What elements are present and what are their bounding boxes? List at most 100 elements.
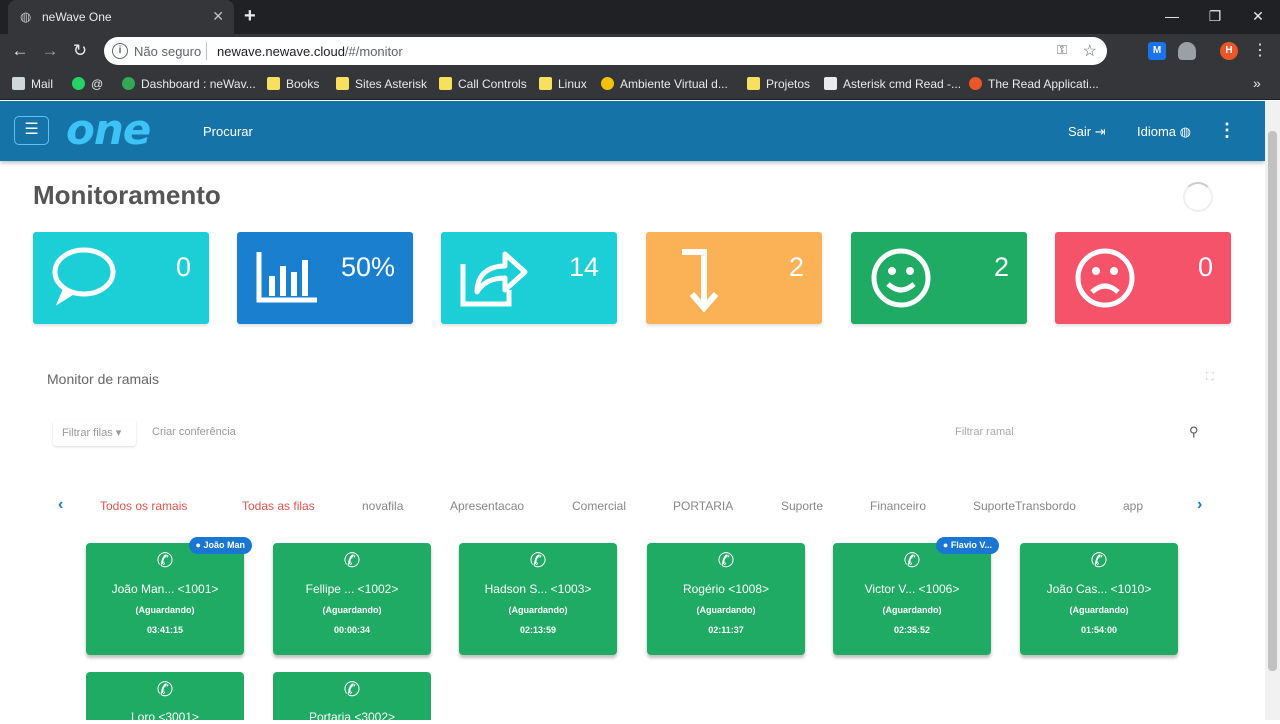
bookmark-linux[interactable]: Linux xyxy=(539,76,587,92)
tab-favicon-icon: ◍ xyxy=(20,9,32,24)
address-bar[interactable]: i Não seguro newave.newave.cloud/#/monit… xyxy=(104,37,1107,65)
bookmark-mail[interactable]: Mail xyxy=(12,76,53,92)
address-separator xyxy=(206,42,207,60)
search-link[interactable]: Procurar xyxy=(203,124,253,139)
app-logo[interactable]: one xyxy=(66,105,151,155)
tab-suporte-transbordo[interactable]: SuporteTransbordo xyxy=(973,499,1076,513)
share-icon xyxy=(460,251,528,307)
extension-card-1003[interactable]: ✆ Hadson S... <1003> (Aguardando) 02:13:… xyxy=(459,543,617,655)
folder-icon xyxy=(747,77,760,90)
page-scrollbar[interactable] xyxy=(1265,101,1280,720)
tab-all-extensions[interactable]: Todos os ramais xyxy=(100,499,187,513)
extension-status: (Aguardando) xyxy=(135,605,195,615)
extension-card-1010[interactable]: ✆ João Cas... <1010> (Aguardando) 01:54:… xyxy=(1020,543,1178,655)
profile-avatar[interactable]: H xyxy=(1220,42,1238,60)
logout-label: Sair xyxy=(1068,124,1092,139)
tab-app[interactable]: app xyxy=(1123,499,1143,513)
stat-card-service-level[interactable]: 50% xyxy=(237,232,413,324)
stat-card-chats[interactable]: 0 xyxy=(33,232,209,324)
extension-m-icon[interactable]: M xyxy=(1148,42,1166,60)
create-conference-link[interactable]: Criar conferência xyxy=(152,426,236,438)
extension-name: Loro <3001> xyxy=(130,710,200,724)
globe-icon: ◍ xyxy=(1179,124,1191,139)
read-icon xyxy=(969,77,982,90)
caret-down-icon: ▾ xyxy=(115,427,122,439)
filter-queues-dropdown[interactable]: Filtrar filas ▾ xyxy=(53,420,136,446)
browser-menu-icon[interactable]: ⋮ xyxy=(1252,40,1268,60)
stat-card-transfers[interactable]: 14 xyxy=(441,232,617,324)
stat-card-satisfied[interactable]: 2 xyxy=(851,232,1027,324)
url-text[interactable]: newave.newave.cloud/#/monitor xyxy=(217,44,403,59)
close-window-button[interactable]: ✕ xyxy=(1238,4,1278,28)
filter-extension-input[interactable]: Filtrar ramal xyxy=(955,426,1014,438)
extension-card-1002[interactable]: ✆ Fellipe ... <1002> (Aguardando) 00:00:… xyxy=(273,543,431,655)
extension-name: Victor V... <1006> xyxy=(864,582,960,596)
extension-card-1001[interactable]: ✆ João Man... <1001> (Aguardando) 03:41:… xyxy=(86,537,252,655)
bookmark-books[interactable]: Books xyxy=(267,76,319,92)
language-label: Idioma xyxy=(1137,124,1177,139)
frown-icon xyxy=(1075,248,1135,308)
bookmarks-more-icon[interactable]: » xyxy=(1253,75,1261,91)
shield-extension-icon[interactable] xyxy=(1178,42,1196,60)
stat-card-incoming[interactable]: 2 xyxy=(646,232,822,324)
url-host: newave.newave.cloud xyxy=(217,44,345,59)
bookmark-whatsapp[interactable]: @ xyxy=(72,76,103,92)
extension-timer: 01:54:00 xyxy=(1080,625,1118,635)
browser-tab[interactable]: ◍ neWave One ✕ xyxy=(8,0,234,34)
extension-name: Portaria <3002> xyxy=(308,710,396,724)
forward-icon[interactable]: → xyxy=(40,41,60,61)
tab-all-queues[interactable]: Todas as filas xyxy=(242,499,315,513)
moodle-icon xyxy=(601,77,614,90)
url-path: /#/monitor xyxy=(344,44,403,59)
maximize-button[interactable]: ❐ xyxy=(1195,4,1235,28)
bar-chart-icon xyxy=(256,252,317,303)
bookmark-call-controls[interactable]: Call Controls xyxy=(439,76,527,92)
tab-novafila[interactable]: novafila xyxy=(362,499,403,513)
tab-title: neWave One xyxy=(42,10,112,24)
tab-suporte[interactable]: Suporte xyxy=(781,499,823,513)
bookmark-read-application[interactable]: The Read Applicati... xyxy=(969,76,1099,92)
extension-card-1008[interactable]: ✆ Rogério <1008> (Aguardando) 02:11:37 xyxy=(647,543,805,655)
tab-apresentacao[interactable]: Apresentacao xyxy=(450,499,524,513)
reload-icon[interactable]: ↻ xyxy=(70,41,90,61)
extension-card-1006[interactable]: ✆ Victor V... <1006> (Aguardando) 02:35:… xyxy=(833,537,999,655)
extension-card-3002[interactable]: ✆ Portaria <3002> xyxy=(273,672,431,724)
tab-financeiro[interactable]: Financeiro xyxy=(870,499,926,513)
extension-name: Fellipe ... <1002> xyxy=(305,582,399,596)
stat-value: 0 xyxy=(175,252,191,282)
sign-out-icon: ⇥ xyxy=(1094,124,1106,139)
bookmark-sites-asterisk[interactable]: Sites Asterisk xyxy=(336,76,427,92)
chevron-left-icon[interactable]: ‹ xyxy=(58,496,63,514)
user-icon: ● xyxy=(942,540,949,550)
back-icon[interactable]: ← xyxy=(10,41,30,61)
arrow-down-icon xyxy=(682,249,719,312)
extension-card-3001[interactable]: ✆ Loro <3001> xyxy=(86,672,244,724)
new-tab-button[interactable]: + xyxy=(244,6,256,26)
chevron-right-icon[interactable]: › xyxy=(1197,496,1202,514)
tab-comercial[interactable]: Comercial xyxy=(572,499,626,513)
search-icon[interactable]: ⚲ xyxy=(1189,424,1199,440)
filter-queues-label: Filtrar filas xyxy=(62,427,113,439)
logout-link[interactable]: Sair ⇥ xyxy=(1068,124,1106,140)
bookmark-ambiente-virtual[interactable]: Ambiente Virtual d... xyxy=(601,76,728,92)
hamburger-menu-button[interactable]: ☰ xyxy=(14,116,49,145)
expand-icon[interactable]: ⛶ xyxy=(1206,371,1214,384)
minimize-button[interactable]: — xyxy=(1152,4,1192,28)
bookmark-dashboard[interactable]: Dashboard : neWav... xyxy=(122,76,256,92)
key-icon[interactable]: ⚿ xyxy=(1057,42,1067,58)
tab-portaria[interactable]: PORTARIA xyxy=(673,499,733,513)
tab-close-icon[interactable]: ✕ xyxy=(212,8,224,24)
bookmark-asterisk-cmd-read[interactable]: Asterisk cmd Read -... xyxy=(824,76,961,92)
page-title: Monitoramento xyxy=(33,180,221,210)
chat-icon xyxy=(52,247,116,306)
stat-card-unsatisfied[interactable]: 0 xyxy=(1055,232,1231,324)
bookmarks-bar: Mail @ Dashboard : neWav... Books Sites … xyxy=(0,68,1280,100)
bookmark-star-icon[interactable]: ☆ xyxy=(1083,41,1097,61)
agent-badge: ● Flavio V... xyxy=(935,537,999,554)
scroll-thumb[interactable] xyxy=(1268,131,1277,671)
language-link[interactable]: Idioma ◍ xyxy=(1137,124,1191,140)
bookmark-projetos[interactable]: Projetos xyxy=(747,76,810,92)
phone-icon: ✆ xyxy=(1090,550,1108,572)
app-more-icon[interactable]: ⋮ xyxy=(1218,120,1236,141)
info-icon[interactable]: i xyxy=(112,43,128,59)
